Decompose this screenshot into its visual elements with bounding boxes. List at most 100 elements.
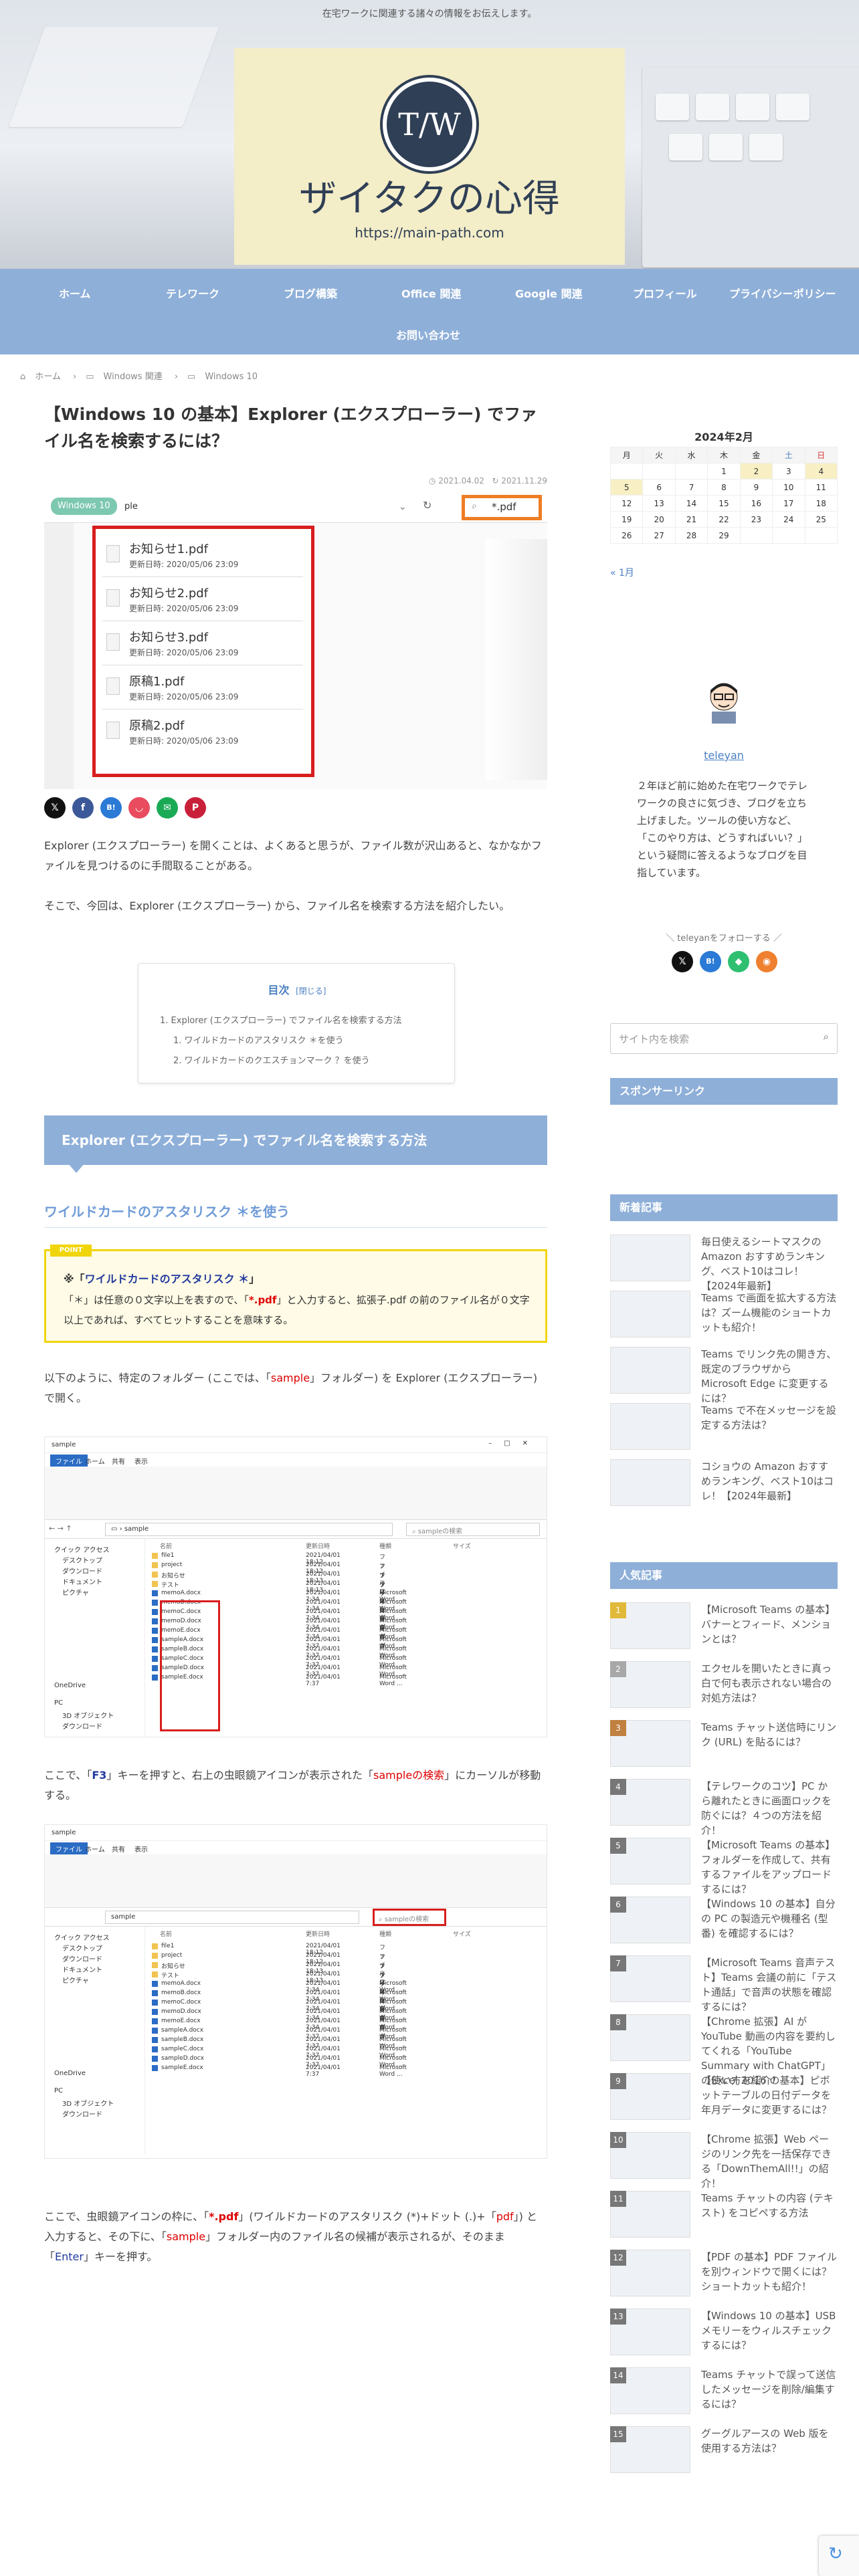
popular-post-item[interactable]: 8 【Chrome 拡張】AI が YouTube 動画の内容を要約してくれる「Y… <box>610 2014 838 2086</box>
nav-item-google[interactable]: Google 関連 <box>515 285 582 301</box>
facebook-share-icon[interactable]: f <box>72 797 94 819</box>
tree-item[interactable]: 3D オブジェクト <box>62 1710 114 1720</box>
tree-item[interactable]: ドキュメント <box>62 1964 102 1974</box>
popular-post-item[interactable]: 9 【Excel 2016 の基本】ピボットテーブルの日付データを年月データに変更… <box>610 2073 838 2124</box>
site-search-input[interactable]: サイト内を検索 ⌕ <box>610 1023 838 1054</box>
table-row[interactable]: お知らせ 2021/04/01 18:13 ファイル フォルダー <box>152 1961 385 2040</box>
recent-post-item[interactable]: Teams でリンク先の開き方、既定のブラウザから Microsoft Edge… <box>610 1347 838 1404</box>
list-item[interactable]: お知らせ2.pdf 更新日時: 2020/05/06 23:09 <box>102 580 303 621</box>
table-row[interactable]: project 2021/04/01 18:12 ファイル フォルダー <box>152 1562 385 1640</box>
tree-item[interactable]: ダウンロード <box>62 1721 102 1731</box>
table-row[interactable]: file1 2021/04/01 18:12 ファイル フォルダー <box>152 1943 385 2021</box>
nav-item-telework[interactable]: テレワーク <box>166 285 219 301</box>
search-box[interactable]: ⌕ *.pdf <box>462 495 542 520</box>
column-header[interactable]: サイズ <box>453 1541 471 1550</box>
feedly-follow-icon[interactable]: ◆ <box>728 951 749 972</box>
list-item[interactable]: 原稿2.pdf 更新日時: 2020/05/06 23:09 <box>102 712 303 754</box>
breadcrumb-home[interactable]: ホーム <box>35 372 61 382</box>
table-row[interactable]: memoC.docx 2021/04/01 7:34 Microsoft Word … <box>152 1999 407 2012</box>
toc-toggle-button[interactable]: [閉じる] <box>296 986 326 996</box>
column-header[interactable]: 名前 <box>160 1541 172 1550</box>
nav-item-home[interactable]: ホーム <box>59 285 91 301</box>
calendar-prev-link[interactable]: « 1月 <box>610 566 634 579</box>
nav-item-office[interactable]: Office 関連 <box>401 285 461 301</box>
popular-post-item[interactable]: 4 【テレワークのコツ】PC から離れたときに画面ロックを防ぐには？４つの方法を紹… <box>610 1779 838 1836</box>
toc-item[interactable]: 1. Explorer (エクスプローラー) でファイル名を検索する方法 <box>160 1013 402 1026</box>
table-row[interactable]: memoA.docx 2021/04/01 7:34 Microsoft Word … <box>152 1590 407 1603</box>
table-row[interactable]: sampleC.docx 2021/04/01 7:37 Microsoft Wor… <box>152 2046 407 2059</box>
pocket-share-icon[interactable]: ◡ <box>128 797 150 819</box>
popular-post-item[interactable]: 13 【Windows 10 の基本】USBメモリーをウィルスチェックするには？ <box>610 2309 838 2359</box>
profile-name[interactable]: teleyan <box>610 749 838 762</box>
popular-post-item[interactable]: 11 Teams チャットの内容 (テキスト) をコピペする方法 <box>610 2191 838 2242</box>
popular-post-item[interactable]: 12 【PDF の基本】PDF ファイルを別ウィンドウで開くには？ショートカットも… <box>610 2250 838 2300</box>
tree-item[interactable]: クイック アクセス <box>54 1544 110 1554</box>
table-row[interactable]: memoB.docx 2021/04/01 7:34 Microsoft Word … <box>152 1990 407 2003</box>
table-row[interactable]: memoA.docx 2021/04/01 7:34 Microsoft Word … <box>152 1980 407 1994</box>
popular-post-item[interactable]: 1 【Microsoft Teams の基本】バナーとフィード、メンションとは？ <box>610 1602 838 1653</box>
tab-home[interactable]: ホーム <box>85 1456 105 1466</box>
column-header[interactable]: 名前 <box>160 1929 172 1938</box>
toc-item[interactable]: 2. ワイルドカードのクエスチョンマーク ？を使う <box>173 1053 370 1066</box>
popular-post-item[interactable]: 14 Teams チャットで誤って送信したメッセージを削除/編集するには？ <box>610 2367 838 2418</box>
table-row[interactable]: お知らせ 2021/04/01 18:13 ファイル フォルダー <box>152 1571 385 1649</box>
popular-post-item[interactable]: 6 【Windows 10 の基本】自分の PC の製造元や機種名 (型番) を確… <box>610 1897 838 1947</box>
tab-share[interactable]: 共有 <box>112 1844 125 1854</box>
tree-item[interactable]: デスクトップ <box>62 1555 102 1565</box>
recaptcha-badge[interactable]: ↻ <box>819 2536 859 2576</box>
table-row[interactable]: memoE.docx 2021/04/01 7:34 Microsoft Word … <box>152 2018 407 2031</box>
column-header[interactable]: 種類 <box>379 1929 391 1938</box>
table-row[interactable]: sampleB.docx 2021/04/01 7:37 Microsoft Wor… <box>152 2036 407 2050</box>
tree-item[interactable]: 3D オブジェクト <box>62 2098 114 2108</box>
list-item[interactable]: 原稿1.pdf 更新日時: 2020/05/06 23:09 <box>102 668 303 710</box>
tree-item[interactable]: ピクチャ <box>62 1975 89 1985</box>
tab-home[interactable]: ホーム <box>85 1844 105 1854</box>
popular-post-item[interactable]: 10 【Chrome 拡張】Web ページのリンク先を一括保存できる「DownTh… <box>610 2132 838 2189</box>
recent-post-item[interactable]: コショウの Amazon おすすめランキング、ベスト10はコレ！【2024年最新… <box>610 1459 838 1510</box>
nav-item-blog[interactable]: ブログ構築 <box>284 285 337 301</box>
breadcrumb-category[interactable]: Windows 関連 <box>104 372 163 382</box>
list-item[interactable]: お知らせ1.pdf 更新日時: 2020/05/06 23:09 <box>102 536 303 577</box>
table-row[interactable]: memoD.docx 2021/04/01 7:34 Microsoft Word … <box>152 2008 407 2022</box>
avatar[interactable] <box>702 677 745 724</box>
x-follow-icon[interactable]: 𝕏 <box>672 951 693 972</box>
tree-item[interactable]: PC <box>54 2087 63 2095</box>
tree-item[interactable]: ダウンロード <box>62 1566 102 1576</box>
tree-item[interactable]: ドキュメント <box>62 1576 102 1586</box>
table-row[interactable]: sampleA.docx 2021/04/01 7:37 Microsoft Wor… <box>152 2027 407 2040</box>
tree-item[interactable]: デスクトップ <box>62 1943 102 1953</box>
tree-item[interactable]: ピクチャ <box>62 1587 89 1597</box>
toc-item[interactable]: 1. ワイルドカードのアスタリスク ＊を使う <box>173 1033 344 1046</box>
tab-file[interactable]: ファイル <box>50 1842 88 1855</box>
tree-item[interactable]: OneDrive <box>54 2070 86 2077</box>
refresh-icon[interactable]: ↻ <box>423 499 432 512</box>
tab-view[interactable]: 表示 <box>134 1456 148 1466</box>
table-row[interactable]: file1 2021/04/01 18:12 ファイル フォルダー <box>152 1552 385 1630</box>
list-item[interactable]: お知らせ3.pdf 更新日時: 2020/05/06 23:09 <box>102 624 303 665</box>
path-field[interactable]: sample <box>105 1911 359 1924</box>
popular-post-item[interactable]: 3 Teams チャット送信時にリンク (URL) を貼るには？ <box>610 1720 838 1771</box>
popular-post-item[interactable]: 15 グーグルアースの Web 版を使用する方法は？ <box>610 2426 838 2477</box>
column-header[interactable]: 種類 <box>379 1541 391 1550</box>
nav-item-contact[interactable]: お問い合わせ <box>396 326 460 342</box>
tree-item[interactable]: ダウンロード <box>62 1953 102 1963</box>
nav-item-profile[interactable]: プロフィール <box>633 285 697 301</box>
x-share-icon[interactable]: 𝕏 <box>44 797 66 819</box>
table-row[interactable]: project 2021/04/01 18:12 ファイル フォルダー <box>152 1952 385 2030</box>
recent-post-item[interactable]: Teams で不在メッセージを設定する方法は？ <box>610 1403 838 1454</box>
hatena-share-icon[interactable]: B! <box>100 797 122 819</box>
table-row[interactable]: sampleD.docx 2021/04/01 7:37 Microsoft Wor… <box>152 2055 407 2068</box>
rss-icon[interactable]: ◉ <box>756 951 777 972</box>
popular-post-item[interactable]: 7 【Microsoft Teams 音声テスト】Teams 会議の前に「テスト通… <box>610 1955 838 2013</box>
site-logo[interactable]: T/W ザイタクの心得 https://main-path.com <box>234 48 625 265</box>
popular-post-item[interactable]: 2 エクセルを開いたときに真っ白で何も表示されない場合の対処方法は？ <box>610 1661 838 1712</box>
back-arrow-icon[interactable]: ← → ↑ <box>49 1524 72 1533</box>
line-share-icon[interactable]: ✉ <box>157 797 178 819</box>
popular-post-item[interactable]: 5 【Microsoft Teams の基本】フォルダーを作成して、共有するファイ… <box>610 1838 838 1895</box>
tree-item[interactable]: PC <box>54 1699 63 1707</box>
tree-item[interactable]: クイック アクセス <box>54 1932 110 1942</box>
table-row[interactable]: テスト 2021/04/01 18:13 ファイル フォルダー <box>152 1971 385 2049</box>
column-header[interactable]: サイズ <box>453 1929 471 1938</box>
breadcrumb-subcategory[interactable]: Windows 10 <box>205 372 258 382</box>
table-row[interactable]: sampleE.docx 2021/04/01 7:37 Microsoft Wor… <box>152 2064 407 2078</box>
